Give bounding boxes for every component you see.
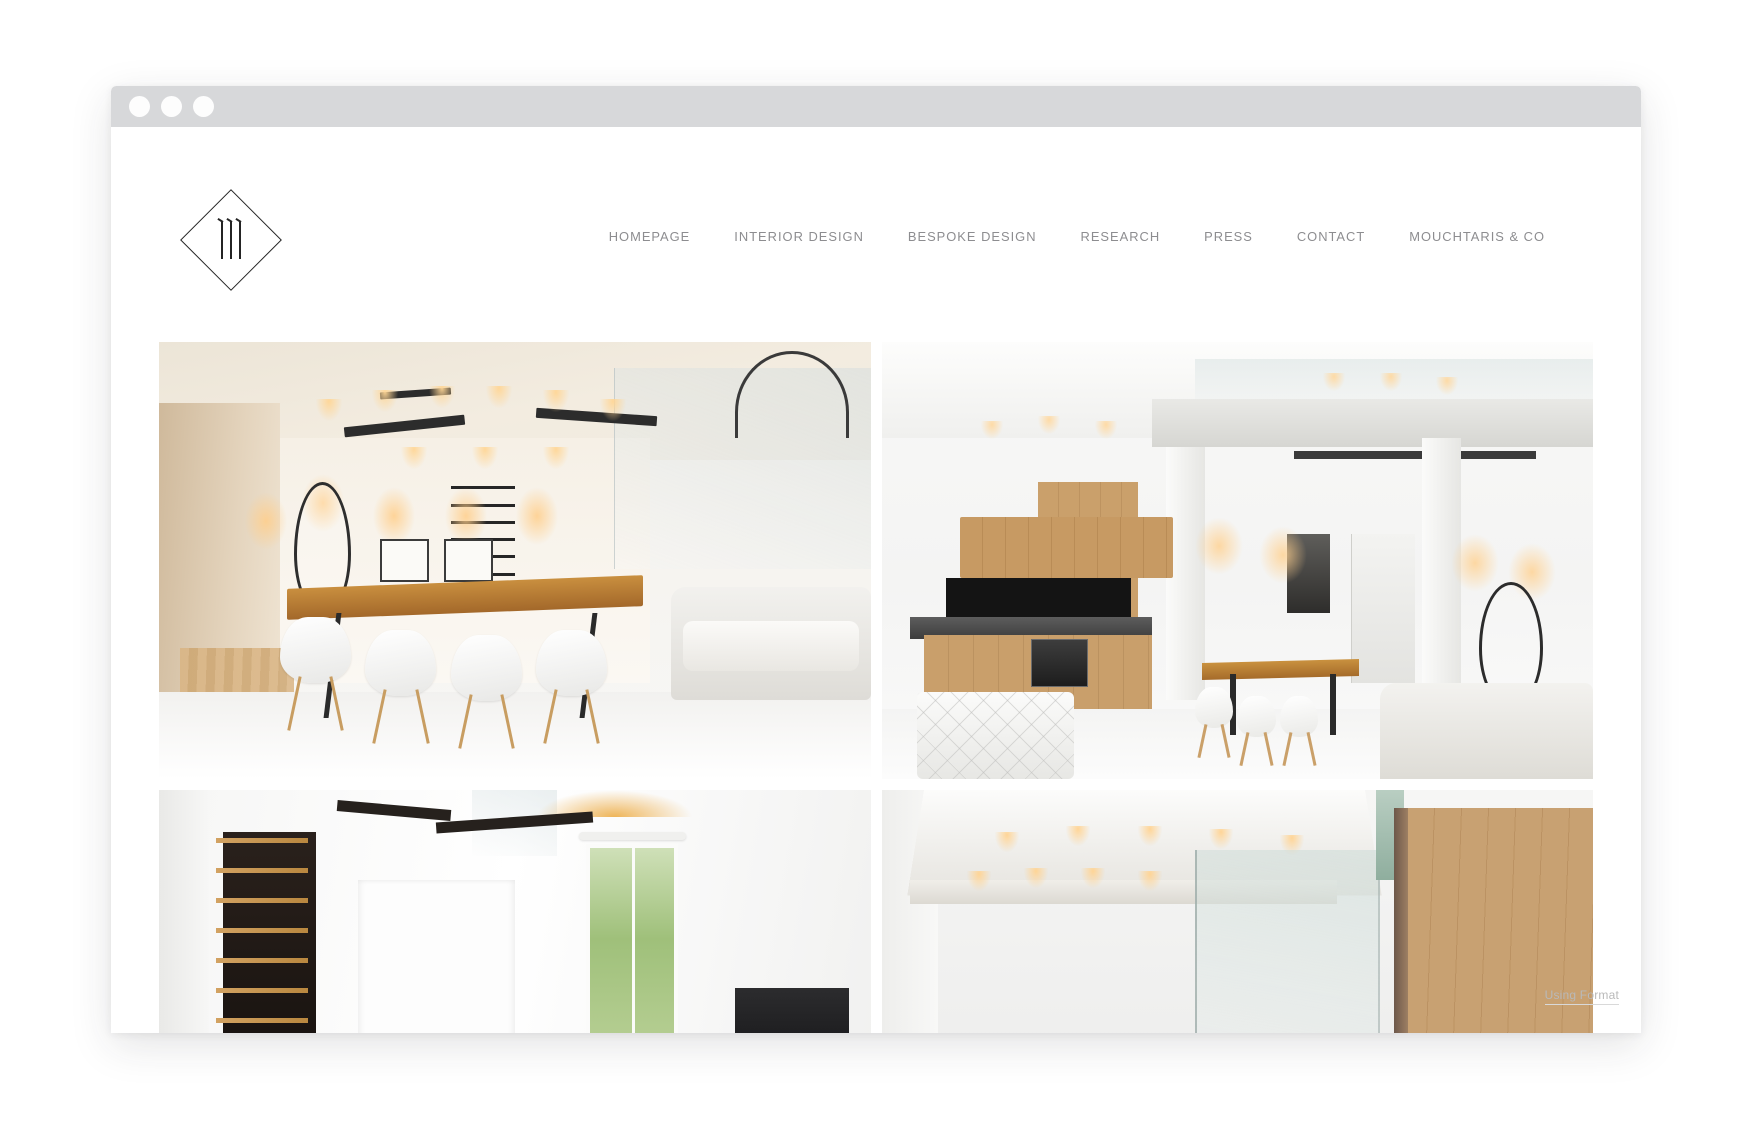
gallery-item-3[interactable] (159, 790, 871, 1033)
minimize-dot[interactable] (161, 96, 182, 117)
logo-111-marks (181, 190, 281, 290)
using-format-watermark[interactable]: Using Format (1544, 988, 1619, 1005)
screenshot-stage: HOMEPAGE INTERIOR DESIGN BESPOKE DESIGN … (0, 0, 1755, 1148)
gallery-image-kitchen-mezzanine (881, 342, 1593, 779)
gallery-image-stairwell-window (159, 790, 871, 1033)
nav-link-press[interactable]: PRESS (1182, 223, 1275, 250)
nav-link-mouchtaris-and-co[interactable]: MOUCHTARIS & CO (1387, 223, 1567, 250)
gallery-image-corridor-oak-wall (881, 790, 1593, 1033)
browser-viewport: HOMEPAGE INTERIOR DESIGN BESPOKE DESIGN … (111, 127, 1641, 1033)
close-dot[interactable] (129, 96, 150, 117)
browser-titlebar (111, 86, 1641, 127)
gallery-item-4[interactable] (881, 790, 1593, 1033)
gallery-item-1[interactable] (159, 342, 871, 779)
nav-link-contact[interactable]: CONTACT (1275, 223, 1387, 250)
project-gallery-grid (111, 342, 1641, 1033)
site-header: HOMEPAGE INTERIOR DESIGN BESPOKE DESIGN … (111, 127, 1641, 342)
brand-logo-link[interactable] (180, 188, 282, 291)
main-navigation: HOMEPAGE INTERIOR DESIGN BESPOKE DESIGN … (587, 223, 1585, 250)
nav-link-interior-design[interactable]: INTERIOR DESIGN (712, 223, 886, 250)
nav-link-homepage[interactable]: HOMEPAGE (587, 223, 713, 250)
gallery-item-2[interactable] (881, 342, 1593, 779)
browser-window: HOMEPAGE INTERIOR DESIGN BESPOKE DESIGN … (111, 86, 1641, 1033)
nav-link-research[interactable]: RESEARCH (1059, 223, 1183, 250)
nav-link-bespoke-design[interactable]: BESPOKE DESIGN (886, 223, 1059, 250)
maximize-dot[interactable] (193, 96, 214, 117)
gallery-image-loft-dining (159, 342, 871, 779)
